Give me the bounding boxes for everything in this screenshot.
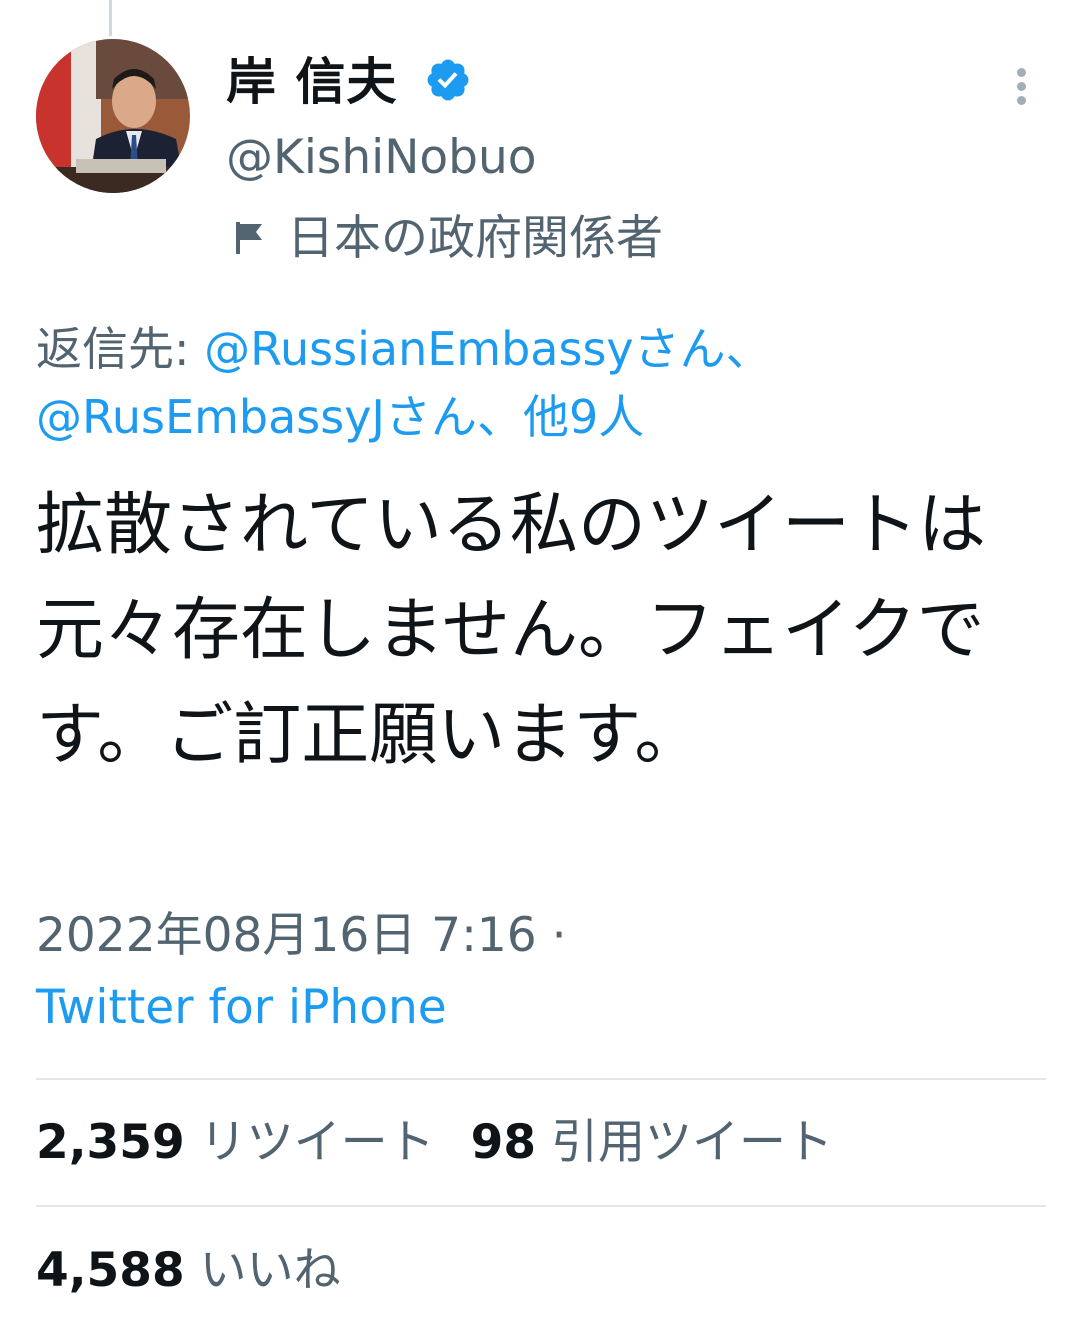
retweets-count: 2,359 (36, 1115, 185, 1170)
retweets-label: リツイート (199, 1115, 435, 1170)
likes-stat[interactable]: 4,588 いいね (36, 1243, 341, 1298)
quotes-label: 引用ツイート (550, 1115, 833, 1170)
more-options-button[interactable] (998, 62, 1046, 110)
display-name[interactable]: 岸 信夫 (226, 50, 397, 114)
likes-label: いいね (199, 1243, 341, 1298)
tweet-timestamp[interactable]: 2022年08月16日 7:16 · (36, 905, 567, 967)
government-affiliation-label: 日本の政府関係者 (287, 211, 663, 266)
tweet-text: 拡散されている私のツイートは元々存在しません。フェイクです。ご訂正願います。 (36, 486, 986, 775)
avatar[interactable] (36, 39, 190, 193)
tweet-source-link[interactable]: Twitter for iPhone (36, 977, 447, 1039)
reply-prefix: 返信先: (36, 322, 190, 376)
mention-russian-embassy[interactable]: @RussianEmbassyさん、 (204, 322, 772, 376)
reply-context: 返信先: @RussianEmbassyさん、 @RusEmbassyJさん、他… (36, 315, 1046, 451)
verified-badge-icon (427, 59, 469, 101)
divider (36, 1078, 1046, 1080)
mention-rus-embassy-j[interactable]: @RusEmbassyJさん、 (36, 390, 523, 444)
retweets-stat[interactable]: 2,359 リツイート (36, 1115, 435, 1170)
divider (36, 1205, 1046, 1207)
reply-others-link[interactable]: 他9人 (523, 390, 644, 444)
quotes-stat[interactable]: 98 引用ツイート (471, 1115, 833, 1170)
likes-stats-row: 4,588 いいね (36, 1240, 377, 1302)
user-handle[interactable]: @KishiNobuo (226, 128, 537, 188)
quotes-count: 98 (470, 1115, 537, 1170)
likes-count: 4,588 (36, 1243, 185, 1298)
thread-connector-line (109, 0, 112, 36)
flag-icon (236, 222, 262, 254)
avatar-image (36, 39, 190, 193)
engagement-stats-row: 2,359 リツイート 98 引用ツイート (36, 1112, 869, 1174)
more-vertical-icon (1017, 68, 1026, 77)
